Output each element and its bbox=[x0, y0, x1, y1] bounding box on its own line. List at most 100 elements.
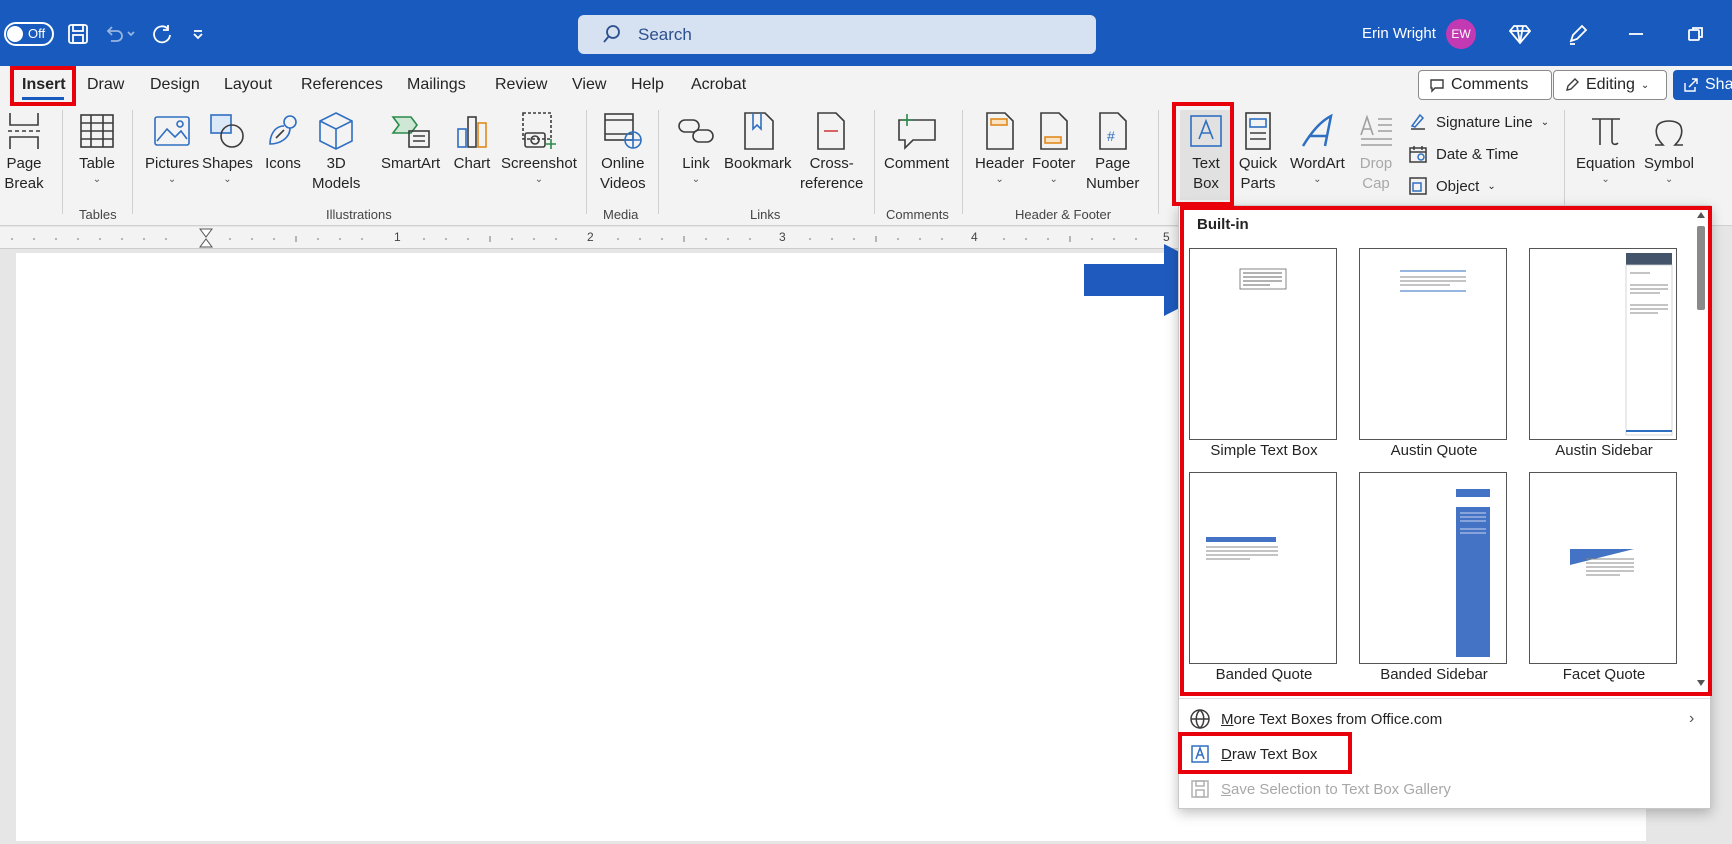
undo-dropdown-chevron-icon[interactable] bbox=[124, 20, 138, 48]
chevron-right-icon: › bbox=[1689, 710, 1695, 727]
3d-models-button[interactable]: 3D Models bbox=[312, 110, 360, 194]
video-globe-icon bbox=[603, 110, 643, 152]
restore-icon[interactable] bbox=[1684, 22, 1708, 46]
minimize-icon[interactable] bbox=[1624, 22, 1648, 46]
scrollbar-thumb[interactable] bbox=[1697, 226, 1705, 310]
group-label-media: Media bbox=[603, 207, 639, 222]
tab-layout[interactable]: Layout bbox=[224, 76, 272, 94]
header-button[interactable]: Header ⌄ bbox=[975, 110, 1024, 186]
draw-text-box-menu-item[interactable]: Draw Text Box bbox=[1189, 738, 1699, 770]
word-window: Off Search Erin Wright EW Insert Draw De… bbox=[0, 0, 1732, 844]
icons-button[interactable]: Icons bbox=[263, 110, 303, 174]
simple-text-box-preview bbox=[1239, 268, 1287, 290]
shapes-button[interactable]: Shapes ⌄ bbox=[202, 110, 253, 186]
bookmark-button[interactable]: Bookmark bbox=[724, 110, 792, 174]
page-number-icon: # bbox=[1093, 110, 1133, 152]
editing-mode-button[interactable]: Editing ⌄ bbox=[1553, 70, 1667, 100]
banded-quote-thumbnail[interactable] bbox=[1189, 472, 1337, 664]
group-label-comments: Comments bbox=[886, 207, 949, 222]
table-button[interactable]: Table ⌄ bbox=[77, 110, 117, 186]
tab-insert[interactable]: Insert bbox=[22, 76, 66, 94]
equation-button[interactable]: Equation ⌄ bbox=[1576, 110, 1635, 186]
ruler-number: 4 bbox=[971, 230, 978, 244]
cross-reference-button[interactable]: Cross- reference bbox=[800, 110, 863, 194]
tab-review[interactable]: Review bbox=[495, 76, 547, 94]
table-icon bbox=[77, 110, 117, 152]
tab-help[interactable]: Help bbox=[631, 76, 664, 94]
group-label-illustrations: Illustrations bbox=[326, 207, 392, 222]
redo-icon[interactable] bbox=[148, 20, 176, 48]
banded-sidebar-preview bbox=[1456, 489, 1490, 657]
chevron-down-icon: ⌄ bbox=[691, 174, 701, 185]
pictures-button[interactable]: Pictures ⌄ bbox=[145, 110, 199, 186]
text-box-button[interactable]: Text Box bbox=[1180, 110, 1232, 200]
avatar[interactable]: EW bbox=[1446, 19, 1476, 49]
tab-view[interactable]: View bbox=[572, 76, 606, 94]
group-separator bbox=[874, 110, 875, 214]
calendar-icon bbox=[1409, 146, 1427, 163]
group-separator bbox=[658, 110, 659, 214]
quick-parts-button[interactable]: Quick Parts bbox=[1238, 110, 1278, 194]
tab-draw[interactable]: Draw bbox=[87, 76, 124, 94]
chevron-down-icon: ⌄ bbox=[1487, 180, 1496, 192]
smartart-label: SmartArt bbox=[381, 155, 441, 172]
comments-button[interactable]: Comments bbox=[1418, 70, 1552, 100]
page-break-label-line2: Break bbox=[4, 175, 44, 192]
globe-icon bbox=[1190, 709, 1210, 729]
drop-cap-button[interactable]: Drop Cap bbox=[1356, 110, 1396, 194]
gallery-heading: Built-in bbox=[1197, 216, 1249, 233]
3d-models-label-line1: 3D bbox=[326, 155, 346, 172]
chevron-down-icon: ⌄ bbox=[1640, 79, 1650, 91]
group-separator bbox=[586, 110, 587, 214]
signature-line-button[interactable]: Signature Line ⌄ bbox=[1408, 112, 1549, 132]
share-button[interactable]: Sha bbox=[1673, 70, 1732, 100]
drop-cap-icon bbox=[1356, 110, 1396, 152]
menu-divider bbox=[1179, 698, 1710, 699]
chart-button[interactable]: Chart bbox=[452, 110, 492, 174]
tab-references[interactable]: References bbox=[301, 76, 383, 94]
footer-button[interactable]: Footer ⌄ bbox=[1032, 110, 1075, 186]
save-icon[interactable] bbox=[64, 20, 92, 48]
facet-quote-thumbnail[interactable] bbox=[1529, 472, 1677, 664]
austin-quote-thumbnail[interactable] bbox=[1359, 248, 1507, 440]
smartart-button[interactable]: SmartArt bbox=[381, 110, 440, 174]
pen-icon[interactable] bbox=[1566, 22, 1590, 46]
horizontal-ruler[interactable]: 1 2 3 4 5 bbox=[0, 227, 1180, 249]
group-separator bbox=[962, 110, 963, 214]
online-videos-button[interactable]: Online Videos bbox=[600, 110, 646, 194]
group-separator bbox=[62, 110, 63, 214]
austin-sidebar-thumbnail[interactable] bbox=[1529, 248, 1677, 440]
footer-icon bbox=[1034, 110, 1074, 152]
more-text-boxes-menu-item[interactable]: More Text Boxes from Office.com › bbox=[1189, 703, 1699, 735]
gallery-scrollbar[interactable] bbox=[1694, 206, 1708, 692]
page-break-button[interactable]: Page Break bbox=[4, 110, 44, 194]
thumbnail-label: Simple Text Box bbox=[1210, 442, 1318, 459]
link-icon bbox=[676, 110, 716, 152]
object-button[interactable]: Object ⌄ bbox=[1408, 176, 1496, 196]
symbol-button[interactable]: Symbol ⌄ bbox=[1644, 110, 1694, 186]
autosave-toggle[interactable]: Off bbox=[4, 22, 54, 46]
chevron-down-icon: ⌄ bbox=[995, 174, 1004, 185]
cross-reference-label-line2: reference bbox=[800, 175, 864, 192]
simple-text-box-thumbnail[interactable] bbox=[1189, 248, 1337, 440]
date-time-button[interactable]: Date & Time bbox=[1408, 144, 1519, 164]
screenshot-button[interactable]: Screenshot ⌄ bbox=[501, 110, 577, 186]
page-number-label-line2: Number bbox=[1086, 175, 1140, 192]
tab-acrobat[interactable]: Acrobat bbox=[691, 76, 746, 94]
page-break-icon bbox=[4, 110, 44, 152]
cross-reference-icon bbox=[812, 110, 852, 152]
link-button[interactable]: Link ⌄ bbox=[676, 110, 716, 186]
customize-toolbar-icon[interactable] bbox=[184, 20, 212, 48]
chevron-down-icon: ⌄ bbox=[167, 174, 177, 185]
comment-button[interactable]: Comment bbox=[884, 110, 949, 174]
tab-design[interactable]: Design bbox=[150, 76, 200, 94]
wordart-button[interactable]: WordArt ⌄ bbox=[1290, 110, 1345, 186]
user-name[interactable]: Erin Wright bbox=[1362, 25, 1436, 42]
save-selection-menu-item[interactable]: Save Selection to Text Box Gallery bbox=[1189, 773, 1699, 805]
banded-sidebar-thumbnail[interactable] bbox=[1359, 472, 1507, 664]
diamond-icon[interactable] bbox=[1508, 22, 1532, 46]
search-box[interactable]: Search bbox=[578, 15, 1096, 54]
tab-mailings[interactable]: Mailings bbox=[407, 76, 466, 94]
page-number-button[interactable]: # Page Number bbox=[1086, 110, 1139, 194]
object-icon bbox=[1409, 177, 1427, 195]
